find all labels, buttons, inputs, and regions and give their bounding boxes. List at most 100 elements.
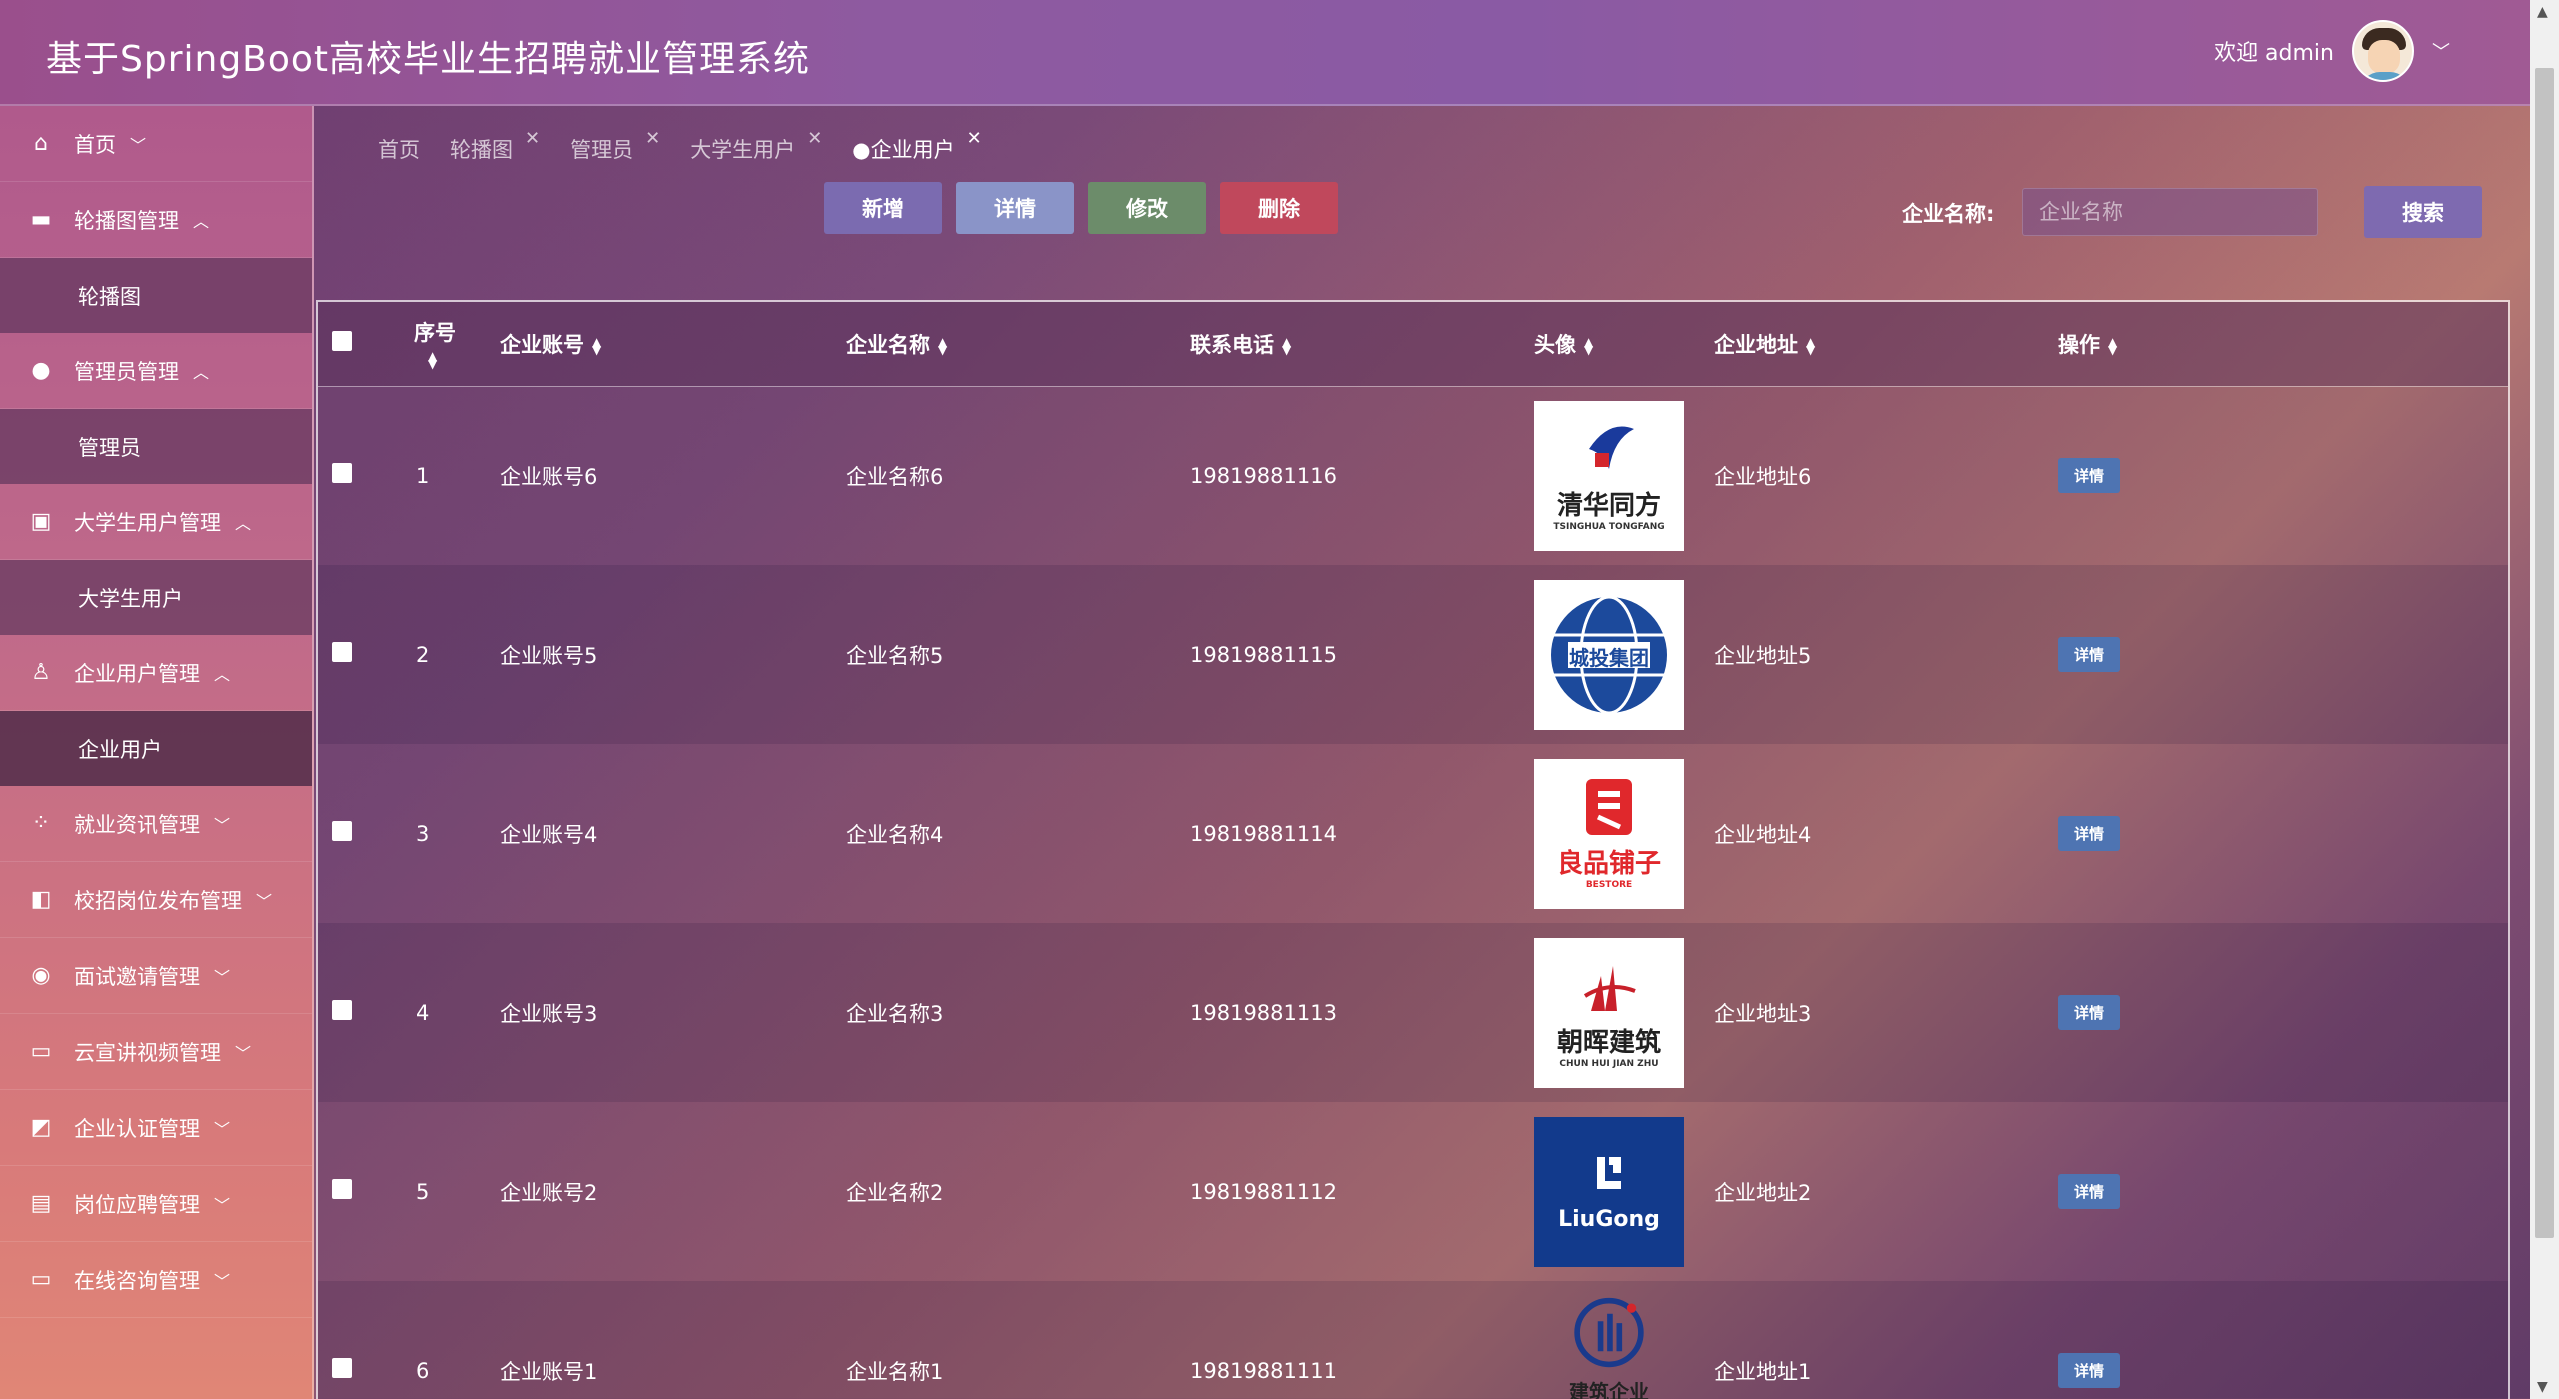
- chaohui-building-logo[interactable]: 朝晖建筑 CHUN HUI JIAN ZHU: [1534, 937, 1684, 1088]
- tab-admin[interactable]: 管理员 ✕: [570, 128, 660, 164]
- tab-carousel[interactable]: 轮播图 ✕: [450, 128, 540, 164]
- sidebar-item-online-consult[interactable]: ▭ 在线咨询管理 ﹀: [0, 1242, 312, 1318]
- row-detail-button[interactable]: 详情: [2058, 1353, 2121, 1388]
- table-row[interactable]: 1 企业账号6 企业名称6 19819881116 清华同方 TSINGHUA …: [318, 386, 2508, 565]
- header-label: 联系电话: [1190, 332, 1274, 357]
- company-address: 企业地址5: [1714, 643, 1812, 668]
- tab-label: ●企业用户: [852, 138, 955, 162]
- row-checkbox[interactable]: [332, 821, 352, 841]
- sidebar-subitem-student-user[interactable]: 大学生用户: [0, 560, 312, 635]
- company-account: 企业账号3: [500, 1001, 598, 1026]
- user-menu[interactable]: 欢迎 admin ﹀: [2214, 20, 2450, 82]
- sort-icon[interactable]: ▲ ▼: [938, 336, 947, 356]
- table-row[interactable]: 2 企业账号5 企业名称5 19819881115 城投集团 企业地址5 详情: [318, 565, 2508, 744]
- sort-icon[interactable]: ▲ ▼: [1282, 336, 1291, 356]
- building-company-logo[interactable]: 建筑企业: [1534, 1295, 1684, 1399]
- tab-home[interactable]: 首页: [378, 134, 420, 164]
- edit-button[interactable]: 修改: [1088, 182, 1206, 234]
- avatar[interactable]: [2352, 20, 2414, 82]
- row-checkbox[interactable]: [332, 1000, 352, 1020]
- row-checkbox[interactable]: [332, 642, 352, 662]
- company-name: 企业名称3: [846, 1001, 944, 1026]
- sidebar-item-employment-news[interactable]: ⁘ 就业资讯管理 ﹀: [0, 786, 312, 862]
- logo-text: 建筑企业: [1569, 1380, 1649, 1399]
- image-icon: ▬: [30, 207, 52, 232]
- tab-company-user[interactable]: ●企业用户 ✕: [852, 128, 981, 164]
- table-row[interactable]: 6 企业账号1 企业名称1 19819881111 建筑企业 企业地址1 详情: [318, 1281, 2508, 1399]
- certificate-icon: ◩: [30, 1115, 52, 1140]
- sidebar-subitem-carousel[interactable]: 轮播图: [0, 258, 312, 333]
- close-icon[interactable]: ✕: [525, 128, 540, 149]
- sort-icon[interactable]: ▲ ▼: [1806, 336, 1815, 356]
- detail-button[interactable]: 详情: [956, 182, 1074, 234]
- close-icon[interactable]: ✕: [967, 128, 982, 149]
- sidebar-item-job-application[interactable]: ▤ 岗位应聘管理 ﹀: [0, 1166, 312, 1242]
- company-name-search-input[interactable]: [2022, 188, 2318, 236]
- chengtou-globe-logo[interactable]: 城投集团: [1534, 579, 1684, 730]
- row-detail-button[interactable]: 详情: [2058, 637, 2121, 672]
- column-header-actions[interactable]: 操作 ▲ ▼: [2058, 302, 2508, 387]
- scrollbar-thumb[interactable]: [2535, 68, 2554, 1238]
- close-icon[interactable]: ✕: [645, 128, 660, 149]
- grid-icon: ⁘: [31, 811, 51, 836]
- column-header-account[interactable]: 企业账号 ▲ ▼: [500, 302, 846, 387]
- sidebar: ⌂ 首页 ﹀ ▬ 轮播图管理 ︿ 轮播图 ● 管理员管理 ︿ 管理员 ▣ 大学生…: [0, 106, 314, 1399]
- column-header-phone[interactable]: 联系电话 ▲ ▼: [1190, 302, 1534, 387]
- sidebar-subitem-admin[interactable]: 管理员: [0, 409, 312, 484]
- column-header-index[interactable]: 序号 ▲ ▼: [402, 302, 500, 387]
- header-label: 企业名称: [846, 332, 930, 357]
- select-all-checkbox[interactable]: [332, 331, 352, 352]
- sidebar-item-home[interactable]: ⌂ 首页 ﹀: [0, 106, 312, 182]
- sidebar-item-interview-invitation[interactable]: ◉ 面试邀请管理 ﹀: [0, 938, 312, 1014]
- scroll-up-arrow-icon[interactable]: ▲: [2537, 4, 2548, 20]
- row-detail-button[interactable]: 详情: [2058, 995, 2121, 1030]
- sort-icon[interactable]: ▲ ▼: [592, 336, 601, 356]
- chevron-down-icon[interactable]: ﹀: [2432, 38, 2450, 64]
- sidebar-item-admin-management[interactable]: ● 管理员管理 ︿: [0, 333, 312, 409]
- bestore-logo[interactable]: 良品铺子 BESTORE: [1534, 758, 1684, 909]
- chevron-down-icon: ﹀: [235, 1043, 252, 1063]
- chip-icon: ▣: [30, 509, 52, 534]
- table-row[interactable]: 4 企业账号3 企业名称3 19819881113 朝晖建筑 CHUN HUI …: [318, 923, 2508, 1102]
- company-phone: 19819881115: [1190, 642, 1337, 667]
- tab-bar: 首页 轮播图 ✕ 管理员 ✕ 大学生用户 ✕ ●企业用户 ✕: [378, 128, 982, 164]
- table-row[interactable]: 3 企业账号4 企业名称4 19819881114 良品铺子 BESTORE 企…: [318, 744, 2508, 923]
- tsinghua-tongfang-logo[interactable]: 清华同方 TSINGHUA TONGFANG: [1534, 400, 1684, 551]
- table-row[interactable]: 5 企业账号2 企业名称2 19819881112 LiuGong 企业地址2 …: [318, 1102, 2508, 1281]
- sidebar-subitem-company-user[interactable]: 企业用户: [0, 711, 312, 786]
- delete-button[interactable]: 删除: [1220, 182, 1338, 234]
- row-detail-button[interactable]: 详情: [2058, 458, 2121, 494]
- row-index: 4: [416, 1000, 430, 1025]
- sort-icon[interactable]: ▲ ▼: [428, 350, 437, 370]
- columns-icon: ◧: [30, 887, 52, 912]
- liugong-logo[interactable]: LiuGong: [1534, 1116, 1684, 1267]
- sidebar-item-carousel-management[interactable]: ▬ 轮播图管理 ︿: [0, 182, 312, 258]
- row-checkbox[interactable]: [332, 463, 352, 484]
- page-scrollbar[interactable]: ▲ ▼: [2530, 0, 2559, 1399]
- search-button[interactable]: 搜索: [2364, 186, 2482, 238]
- scroll-down-arrow-icon[interactable]: ▼: [2537, 1379, 2548, 1395]
- row-checkbox[interactable]: [332, 1358, 352, 1378]
- sidebar-item-campus-job-posting[interactable]: ◧ 校招岗位发布管理 ﹀: [0, 862, 312, 938]
- company-name: 企业名称1: [846, 1359, 944, 1384]
- chevron-up-icon: ︿: [193, 362, 210, 382]
- sidebar-item-company-certification[interactable]: ◩ 企业认证管理 ﹀: [0, 1090, 312, 1166]
- company-phone: 19819881113: [1190, 1000, 1337, 1025]
- sidebar-item-student-user-management[interactable]: ▣ 大学生用户管理 ︿: [0, 484, 312, 560]
- sidebar-item-company-user-management[interactable]: ♙ 企业用户管理 ︿: [0, 635, 312, 711]
- add-button[interactable]: 新增: [824, 182, 942, 234]
- sort-icon[interactable]: ▲ ▼: [2108, 336, 2117, 356]
- chevron-up-icon: ︿: [214, 664, 231, 684]
- column-header-address[interactable]: 企业地址 ▲ ▼: [1714, 302, 2058, 387]
- column-header-avatar[interactable]: 头像 ▲ ▼: [1534, 302, 1714, 387]
- row-detail-button[interactable]: 详情: [2058, 1174, 2121, 1209]
- row-checkbox[interactable]: [332, 1179, 352, 1199]
- sidebar-item-cloud-video[interactable]: ▭ 云宣讲视频管理 ﹀: [0, 1014, 312, 1090]
- close-icon[interactable]: ✕: [807, 128, 822, 149]
- sidebar-item-label: 首页: [74, 132, 116, 157]
- sort-icon[interactable]: ▲ ▼: [1584, 336, 1593, 356]
- column-header-name[interactable]: 企业名称 ▲ ▼: [846, 302, 1190, 387]
- tab-label: 大学生用户: [690, 138, 796, 162]
- row-detail-button[interactable]: 详情: [2058, 816, 2121, 851]
- tab-student-user[interactable]: 大学生用户 ✕: [690, 128, 822, 164]
